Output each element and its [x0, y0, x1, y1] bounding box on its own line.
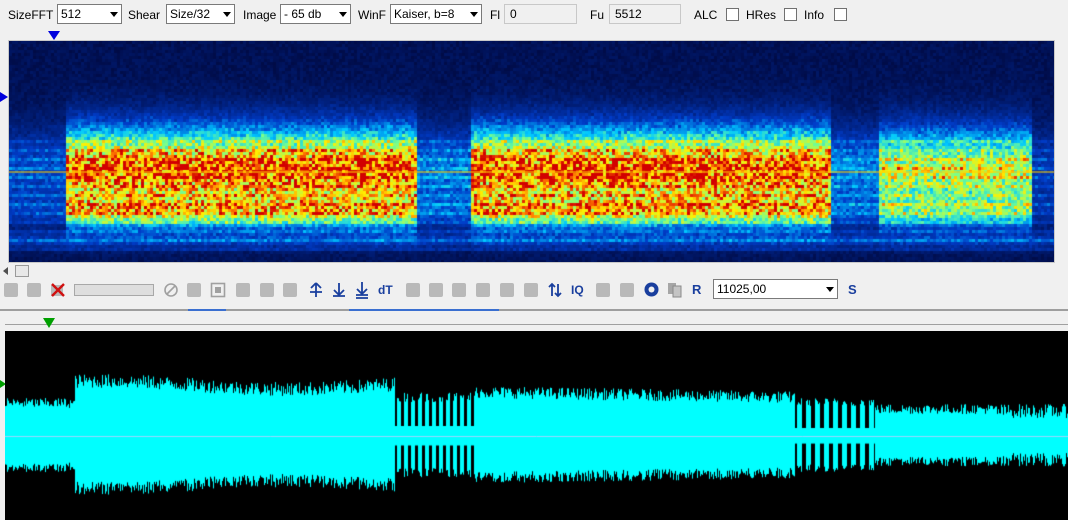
fu-label: Fu	[590, 8, 605, 22]
info-label: Info	[804, 8, 825, 22]
winf-select[interactable]: Kaiser, b=8	[390, 4, 482, 24]
chevron-down-icon	[223, 12, 231, 17]
clear-icon[interactable]	[50, 282, 66, 298]
chevron-down-icon	[110, 12, 118, 17]
winf-label: WinF	[358, 8, 386, 22]
r-button[interactable]: R	[692, 282, 701, 298]
tool-icon-12[interactable]	[620, 283, 634, 297]
stop-icon[interactable]	[163, 282, 179, 298]
fu-value: 5512	[615, 7, 642, 21]
zoom-in-vertical-icon[interactable]	[308, 281, 324, 299]
frame-icon[interactable]	[210, 282, 226, 298]
tool-toolbar: dT IQ R 11025,00 S	[0, 278, 1068, 302]
splitter-tab-right[interactable]	[349, 309, 499, 311]
image-value: - 65 db	[284, 7, 322, 21]
chevron-down-icon	[826, 287, 834, 292]
scroll-left-icon[interactable]	[3, 267, 8, 275]
open-icon[interactable]	[4, 283, 18, 297]
hres-label: HRes	[746, 8, 777, 22]
waveform[interactable]	[5, 331, 1068, 520]
horizontal-scrollbar[interactable]	[0, 264, 1068, 278]
chevron-down-icon	[470, 12, 478, 17]
copy-icon[interactable]	[667, 282, 683, 298]
time-marker-green[interactable]	[43, 318, 55, 328]
sample-rate-select[interactable]: 11025,00	[713, 279, 838, 299]
alc-label: ALC	[694, 8, 718, 22]
splitter-tab-left[interactable]	[188, 309, 226, 311]
fl-value: 0	[510, 7, 517, 21]
s-button[interactable]: S	[848, 282, 857, 298]
save-icon[interactable]	[27, 283, 41, 297]
tool-icon-3[interactable]	[260, 283, 274, 297]
image-label: Image	[243, 8, 277, 22]
fl-label: Fl	[490, 8, 500, 22]
fit-vertical-icon[interactable]	[354, 281, 370, 299]
fl-field[interactable]: 0	[504, 4, 577, 24]
tool-icon-10[interactable]	[524, 283, 538, 297]
sizefft-value: 512	[61, 7, 82, 21]
tool-icon-6[interactable]	[429, 283, 443, 297]
tool-icon-7[interactable]	[452, 283, 466, 297]
image-select[interactable]: - 65 db	[280, 4, 351, 24]
progress-bar	[74, 284, 154, 296]
time-marker-blue[interactable]	[48, 31, 60, 40]
panel-divider	[0, 309, 1068, 311]
chevron-down-icon	[339, 12, 347, 17]
tool-icon-9[interactable]	[500, 283, 514, 297]
dt-button[interactable]: dT	[378, 282, 393, 298]
top-toolbar: SizeFFT 512 Shear Size/32 Image - 65 db …	[0, 0, 1068, 30]
shear-value: Size/32	[170, 7, 211, 21]
spectrogram[interactable]	[9, 41, 1054, 262]
hres-checkbox[interactable]	[784, 8, 797, 21]
fu-field[interactable]: 5512	[609, 4, 681, 24]
settings-gear-icon[interactable]	[643, 281, 660, 298]
shear-label: Shear	[128, 8, 161, 22]
tool-icon-8[interactable]	[476, 283, 490, 297]
info-checkbox[interactable]	[834, 8, 847, 21]
winf-value: Kaiser, b=8	[394, 7, 455, 21]
swap-arrows-icon[interactable]	[547, 281, 563, 299]
scroll-thumb[interactable]	[15, 265, 29, 277]
tool-icon-2[interactable]	[236, 283, 250, 297]
tool-icon-1[interactable]	[187, 283, 201, 297]
tool-icon-11[interactable]	[596, 283, 610, 297]
freq-marker-blue[interactable]	[0, 92, 8, 102]
alc-checkbox[interactable]	[726, 8, 739, 21]
sizefft-label: SizeFFT	[8, 8, 54, 22]
shear-select[interactable]: Size/32	[166, 4, 235, 24]
tool-icon-5[interactable]	[406, 283, 420, 297]
tool-icon-4[interactable]	[283, 283, 297, 297]
sizefft-select[interactable]: 512	[57, 4, 122, 24]
zoom-out-vertical-icon[interactable]	[331, 281, 347, 299]
iq-button[interactable]: IQ	[571, 282, 584, 298]
sample-rate-value: 11025,00	[717, 282, 767, 296]
